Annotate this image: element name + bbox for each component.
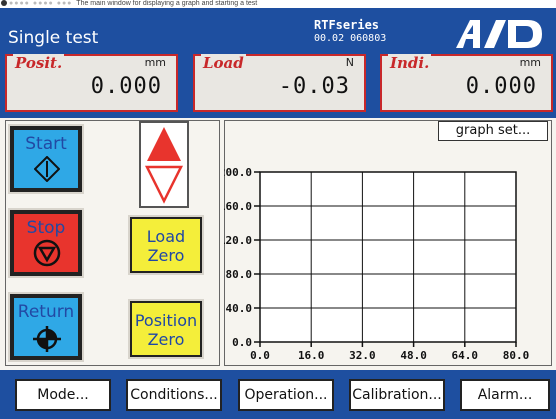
start-button[interactable]: Start [8,124,84,194]
header-bar: Single test RTFseries 00.02 060803 [0,8,556,51]
bullet-icon [1,0,7,7]
jog-up-arrow-icon[interactable] [147,127,181,161]
load-position-chart: 0.0 16.0 32.0 48.0 64.0 80.0 0.0 40.0 80.0 120.0 1… [224,166,530,362]
load-value: -0.03 [278,74,350,99]
indicator-value: 0.000 [465,74,537,99]
x-tick-label: 80.0 [503,349,530,362]
operation-button[interactable]: Operation... [238,379,334,411]
indicator-label: Indi. [388,54,432,72]
start-diamond-icon [34,156,60,182]
calibration-button[interactable]: Calibration... [349,379,445,411]
load-label: Load [201,54,246,72]
jog-arrows [144,127,184,204]
position-readout: Posit. mm 0.000 [5,54,178,112]
y-tick-label: 0.0 [232,336,252,349]
caption-strip: ●●●● ●●●● ●●● The main window for displa… [0,0,556,8]
y-tick-label: 120.0 [224,234,252,247]
caption-text: The main window for displaying a graph a… [76,0,258,7]
indicator-unit: mm [517,56,543,69]
stop-button[interactable]: Stop [8,208,84,278]
load-readout: Load N -0.03 [193,54,366,112]
return-label: Return [17,302,75,322]
y-tick-label: 200.0 [224,166,252,179]
mode-button[interactable]: Mode... [15,379,111,411]
start-label: Start [25,134,67,154]
alarm-button[interactable]: Alarm... [460,379,550,411]
x-tick-label: 0.0 [250,349,270,362]
window-title: Single test [8,28,99,48]
y-tick-label: 40.0 [226,302,253,315]
x-tick-label: 16.0 [298,349,325,362]
load-zero-line2: Zero [147,246,185,265]
load-unit: N [343,56,356,69]
series-version: 00.02 060803 [314,33,387,44]
position-unit: mm [142,56,168,69]
jog-down-arrow-icon[interactable] [144,165,184,204]
and-logo [450,17,546,51]
return-button[interactable]: Return [8,292,84,362]
stop-circle-icon [33,239,61,267]
indicator-readout: Indi. mm 0.000 [380,54,553,112]
jog-arrow-box [139,121,189,208]
position-label: Posit. [13,54,65,72]
readout-bar: Posit. mm 0.000 Load N -0.03 Indi. mm 0.… [0,49,556,116]
load-zero-button[interactable]: Load Zero [128,215,204,275]
position-zero-line2: Zero [147,330,185,349]
x-tick-label: 32.0 [349,349,376,362]
y-tick-label: 160.0 [224,200,252,213]
x-tick-label: 64.0 [452,349,479,362]
position-zero-line1: Position [134,311,198,330]
stop-label: Stop [26,218,66,238]
load-zero-line1: Load [146,227,186,246]
caption-faded: ●●●● ●●●● ●●● [9,0,73,7]
return-crosshair-icon [33,326,61,352]
position-value: 0.000 [90,74,162,99]
x-tick-label: 48.0 [400,349,427,362]
y-tick-label: 80.0 [226,268,253,281]
conditions-button[interactable]: Conditions... [126,379,222,411]
plot-area [259,171,517,343]
series-name: RTFseries [314,18,380,32]
position-zero-button[interactable]: Position Zero [128,299,204,359]
